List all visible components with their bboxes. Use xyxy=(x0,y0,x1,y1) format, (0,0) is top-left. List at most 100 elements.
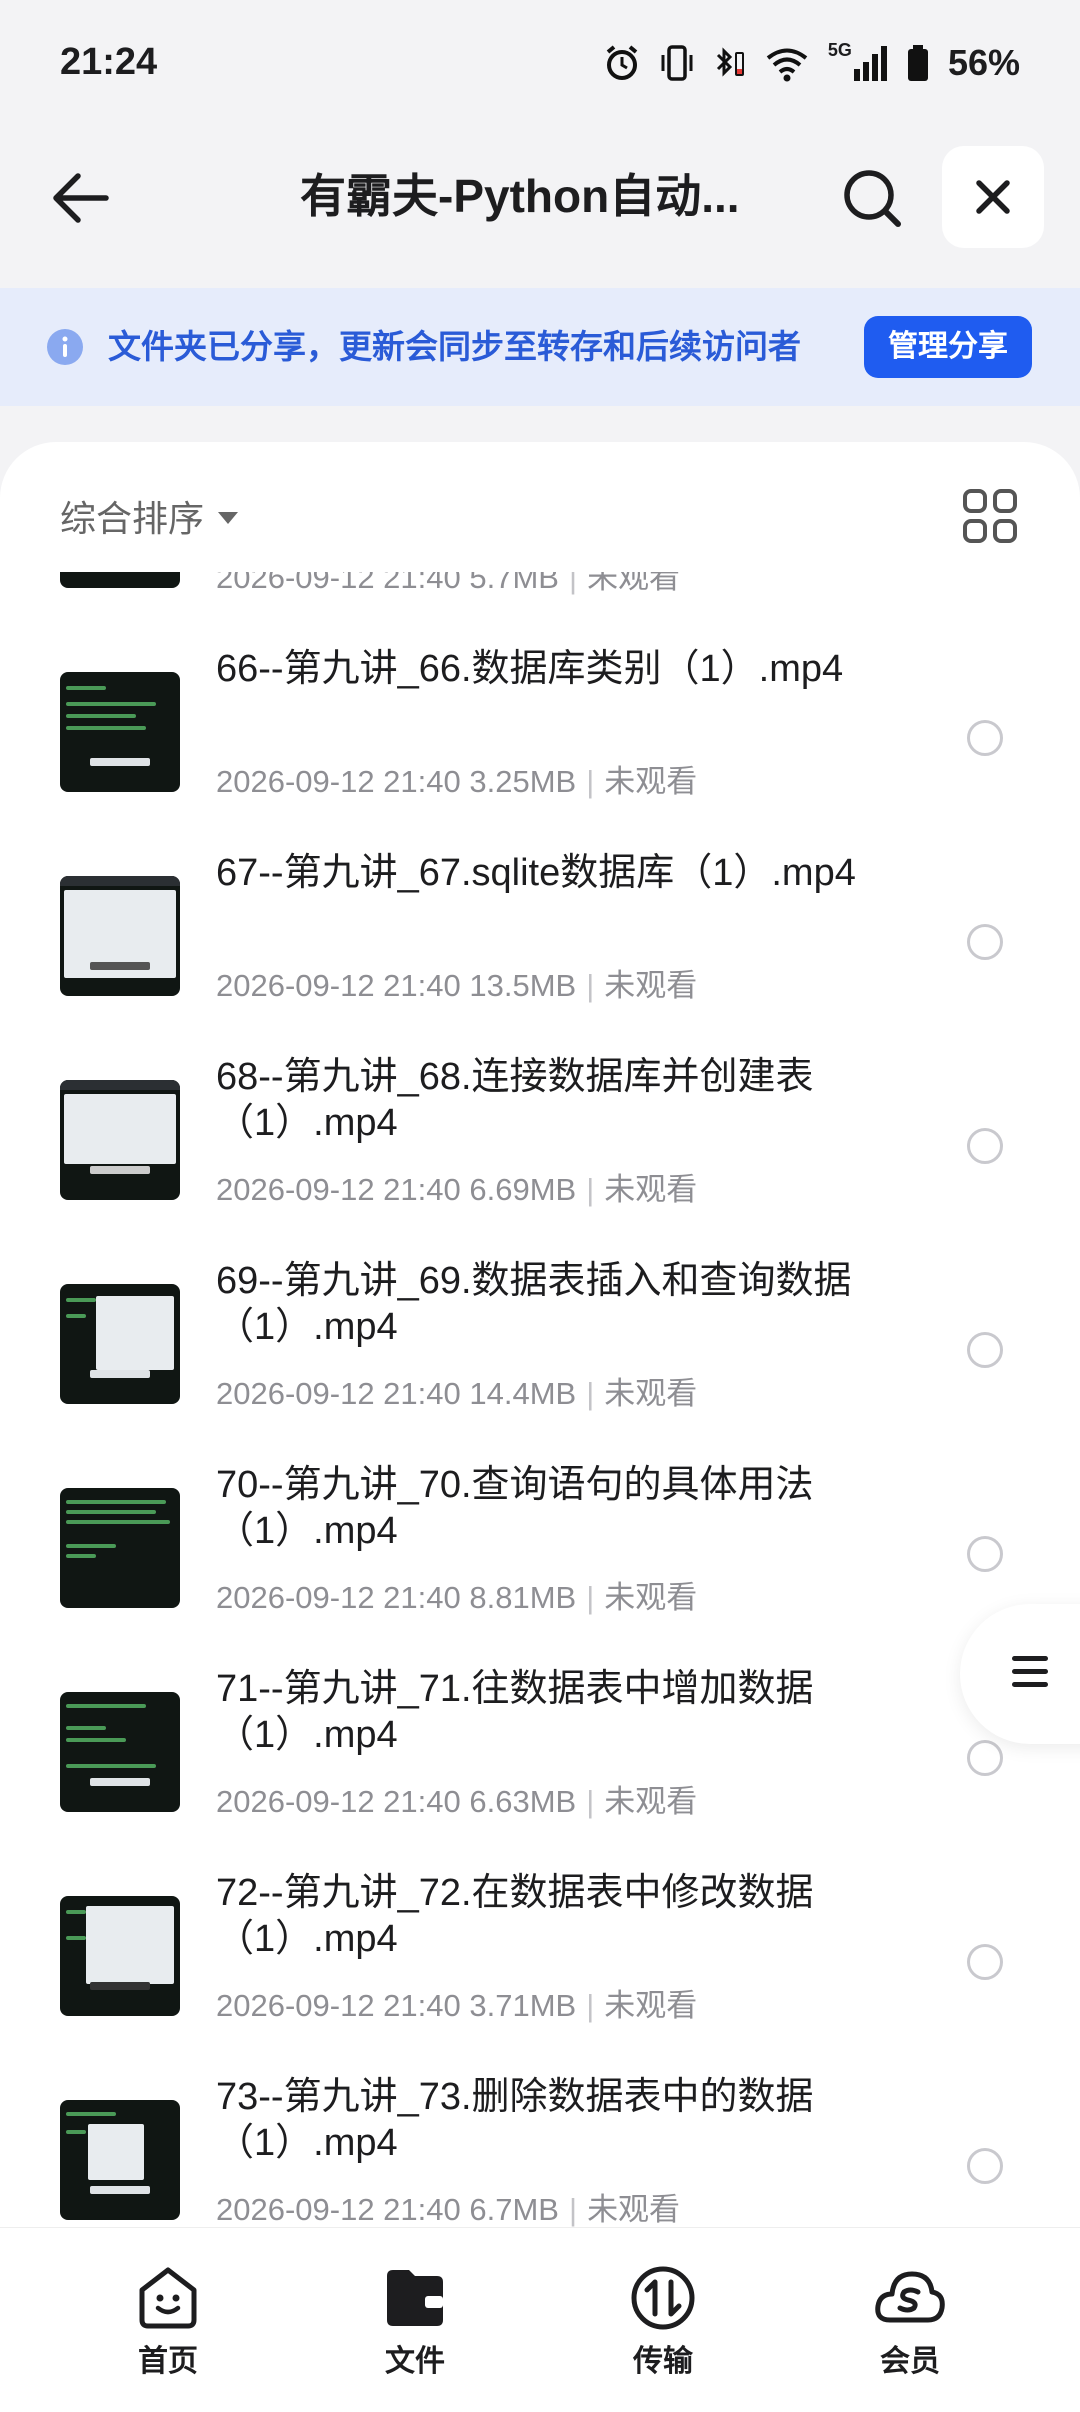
vibrate-icon xyxy=(661,44,693,81)
file-meta: 2026-09-12 21:40 6.7MB | 未观看 xyxy=(216,2192,681,2227)
video-thumbnail xyxy=(60,1488,180,1608)
nav-item-home[interactable]: 首页 xyxy=(93,2262,243,2380)
file-name: 69--第九讲_69.数据表插入和查询数据（1）.mp4 xyxy=(216,1260,852,1348)
alarm-icon xyxy=(606,44,638,80)
title-bar: 有霸夫-Python自动... xyxy=(0,140,1080,255)
file-list: 2026-09-12 21:40 5.7MB | 未观看 66--第九讲_66.数据… xyxy=(0,572,1080,2227)
file-size: 5.7MB xyxy=(469,572,559,595)
watch-status: 未观看 xyxy=(604,1784,698,1819)
watch-status: 未观看 xyxy=(604,1580,698,1615)
file-date: 2026-09-12 21:40 xyxy=(216,1784,461,1819)
file-size: 6.63MB xyxy=(469,1784,577,1819)
status-icons: 5G 56% xyxy=(602,40,1020,84)
watch-status: 未观看 xyxy=(604,968,698,1003)
file-row[interactable]: 71--第九讲_71.往数据表中增加数据（1）.mp4 2026-09-12 2… xyxy=(0,1666,1080,1870)
file-row[interactable]: 73--第九讲_73.删除数据表中的数据（1）.mp4 2026-09-12 2… xyxy=(0,2074,1080,2227)
video-thumbnail xyxy=(60,1692,180,1812)
file-name: 68--第九讲_68.连接数据库并创建表（1）.mp4 xyxy=(216,1056,814,1144)
file-meta: 2026-09-12 21:40 8.81MB | 未观看 xyxy=(216,1580,698,1615)
file-date: 2026-09-12 21:40 xyxy=(216,1376,461,1411)
file-name: 70--第九讲_70.查询语句的具体用法（1）.mp4 xyxy=(216,1464,814,1552)
file-size: 13.5MB xyxy=(469,968,577,1003)
wifi-icon xyxy=(766,48,808,81)
file-row[interactable]: 68--第九讲_68.连接数据库并创建表（1）.mp4 2026-09-12 2… xyxy=(0,1054,1080,1258)
home-face-icon xyxy=(139,2267,197,2329)
back-button[interactable] xyxy=(44,162,116,234)
select-radio[interactable] xyxy=(967,2148,1003,2184)
vip-cloud-icon xyxy=(875,2271,945,2323)
file-date: 2026-09-12 21:40 xyxy=(216,1172,461,1207)
video-thumbnail xyxy=(60,1896,180,2016)
select-radio[interactable] xyxy=(967,1944,1003,1980)
file-meta: 2026-09-12 21:40 3.71MB | 未观看 xyxy=(216,1988,698,2023)
battery-level: 56% xyxy=(947,41,1020,83)
file-name: 67--第九讲_67.sqlite数据库（1）.mp4 xyxy=(216,852,856,894)
select-radio[interactable] xyxy=(967,1740,1003,1776)
file-meta: 2026-09-12 21:40 3.25MB | 未观看 xyxy=(216,764,698,799)
video-thumbnail xyxy=(60,572,180,588)
file-size: 3.71MB xyxy=(469,1988,577,2023)
file-name: 73--第九讲_73.删除数据表中的数据（1）.mp4 xyxy=(216,2076,814,2164)
file-row[interactable]: 2026-09-12 21:40 5.7MB | 未观看 xyxy=(0,572,1080,646)
file-row[interactable]: 69--第九讲_69.数据表插入和查询数据（1）.mp4 2026-09-12 … xyxy=(0,1258,1080,1462)
file-row[interactable]: 67--第九讲_67.sqlite数据库（1）.mp4 2026-09-12 2… xyxy=(0,850,1080,1054)
status-time: 21:24 xyxy=(60,41,158,83)
share-status-text: 文件夹已分享，更新会同步至转存和后续访问者 xyxy=(108,328,801,365)
nav-label: 首页 xyxy=(138,2345,198,2378)
select-radio[interactable] xyxy=(967,720,1003,756)
bluetooth-battery-icon xyxy=(716,46,744,77)
file-date: 2026-09-12 21:40 xyxy=(216,764,461,799)
file-meta: 2026-09-12 21:40 5.7MB | 未观看 xyxy=(216,572,680,597)
manage-share-button[interactable]: 管理分享 xyxy=(864,316,1032,378)
watch-status: 未观看 xyxy=(604,1172,698,1207)
transfer-icon xyxy=(631,2266,695,2330)
select-radio[interactable] xyxy=(967,1536,1003,1572)
file-date: 2026-09-12 21:40 xyxy=(216,968,461,1003)
file-name: 71--第九讲_71.往数据表中增加数据（1）.mp4 xyxy=(216,1668,814,1756)
file-row[interactable]: 72--第九讲_72.在数据表中修改数据（1）.mp4 2026-09-12 2… xyxy=(0,1870,1080,2074)
nav-item-transfer[interactable]: 传输 xyxy=(588,2262,738,2380)
file-meta: 2026-09-12 21:40 14.4MB | 未观看 xyxy=(216,1376,698,1411)
video-thumbnail xyxy=(60,1284,180,1404)
file-row[interactable]: 66--第九讲_66.数据库类别（1）.mp4 2026-09-12 21:40… xyxy=(0,646,1080,850)
signal-icon xyxy=(853,45,887,81)
nav-item-files[interactable]: 文件 xyxy=(340,2262,490,2380)
nav-label: 传输 xyxy=(633,2345,693,2378)
file-size: 14.4MB xyxy=(469,1376,577,1411)
close-button[interactable] xyxy=(942,146,1044,248)
file-date: 2026-09-12 21:40 xyxy=(216,2192,461,2227)
share-banner: 文件夹已分享，更新会同步至转存和后续访问者 管理分享 xyxy=(0,288,1080,406)
file-date: 2026-09-12 21:40 xyxy=(216,1988,461,2023)
watch-status: 未观看 xyxy=(604,1988,698,2023)
page-title: 有霸夫-Python自动... xyxy=(300,170,740,222)
grid-view-icon[interactable] xyxy=(960,486,1020,546)
menu-lines-icon xyxy=(1012,1656,1048,1695)
bottom-nav: 首页 文件 传输 会员 xyxy=(0,2227,1080,2412)
sort-label: 综合排序 xyxy=(60,498,205,539)
select-radio[interactable] xyxy=(967,1128,1003,1164)
file-size: 6.69MB xyxy=(469,1172,577,1207)
select-radio[interactable] xyxy=(967,1332,1003,1368)
sort-dropdown[interactable]: 综合排序 xyxy=(60,486,239,546)
file-size: 8.81MB xyxy=(469,1580,577,1615)
file-size: 6.7MB xyxy=(469,2192,559,2227)
file-row[interactable]: 70--第九讲_70.查询语句的具体用法（1）.mp4 2026-09-12 2… xyxy=(0,1462,1080,1666)
video-thumbnail xyxy=(60,672,180,792)
caret-down-icon xyxy=(218,512,239,524)
file-meta: 2026-09-12 21:40 6.69MB | 未观看 xyxy=(216,1172,698,1207)
back-arrow-icon xyxy=(53,173,109,223)
search-button[interactable] xyxy=(836,162,908,234)
video-thumbnail xyxy=(60,1080,180,1200)
watch-status: 未观看 xyxy=(587,572,681,595)
file-list-panel: 综合排序 2026-09-12 21:40 5.7MB | 未观看 66--第九… xyxy=(0,442,1080,2227)
folder-wallet-icon xyxy=(387,2270,443,2326)
nav-label: 文件 xyxy=(385,2345,445,2378)
network-type: 5G xyxy=(827,40,852,60)
select-radio[interactable] xyxy=(967,924,1003,960)
watch-status: 未观看 xyxy=(604,764,698,799)
nav-item-vip[interactable]: 会员 xyxy=(835,2262,985,2380)
file-date: 2026-09-12 21:40 xyxy=(216,1580,461,1615)
status-bar: 21:24 5G 56% xyxy=(0,0,1080,125)
file-meta: 2026-09-12 21:40 13.5MB | 未观看 xyxy=(216,968,698,1003)
video-thumbnail xyxy=(60,876,180,996)
